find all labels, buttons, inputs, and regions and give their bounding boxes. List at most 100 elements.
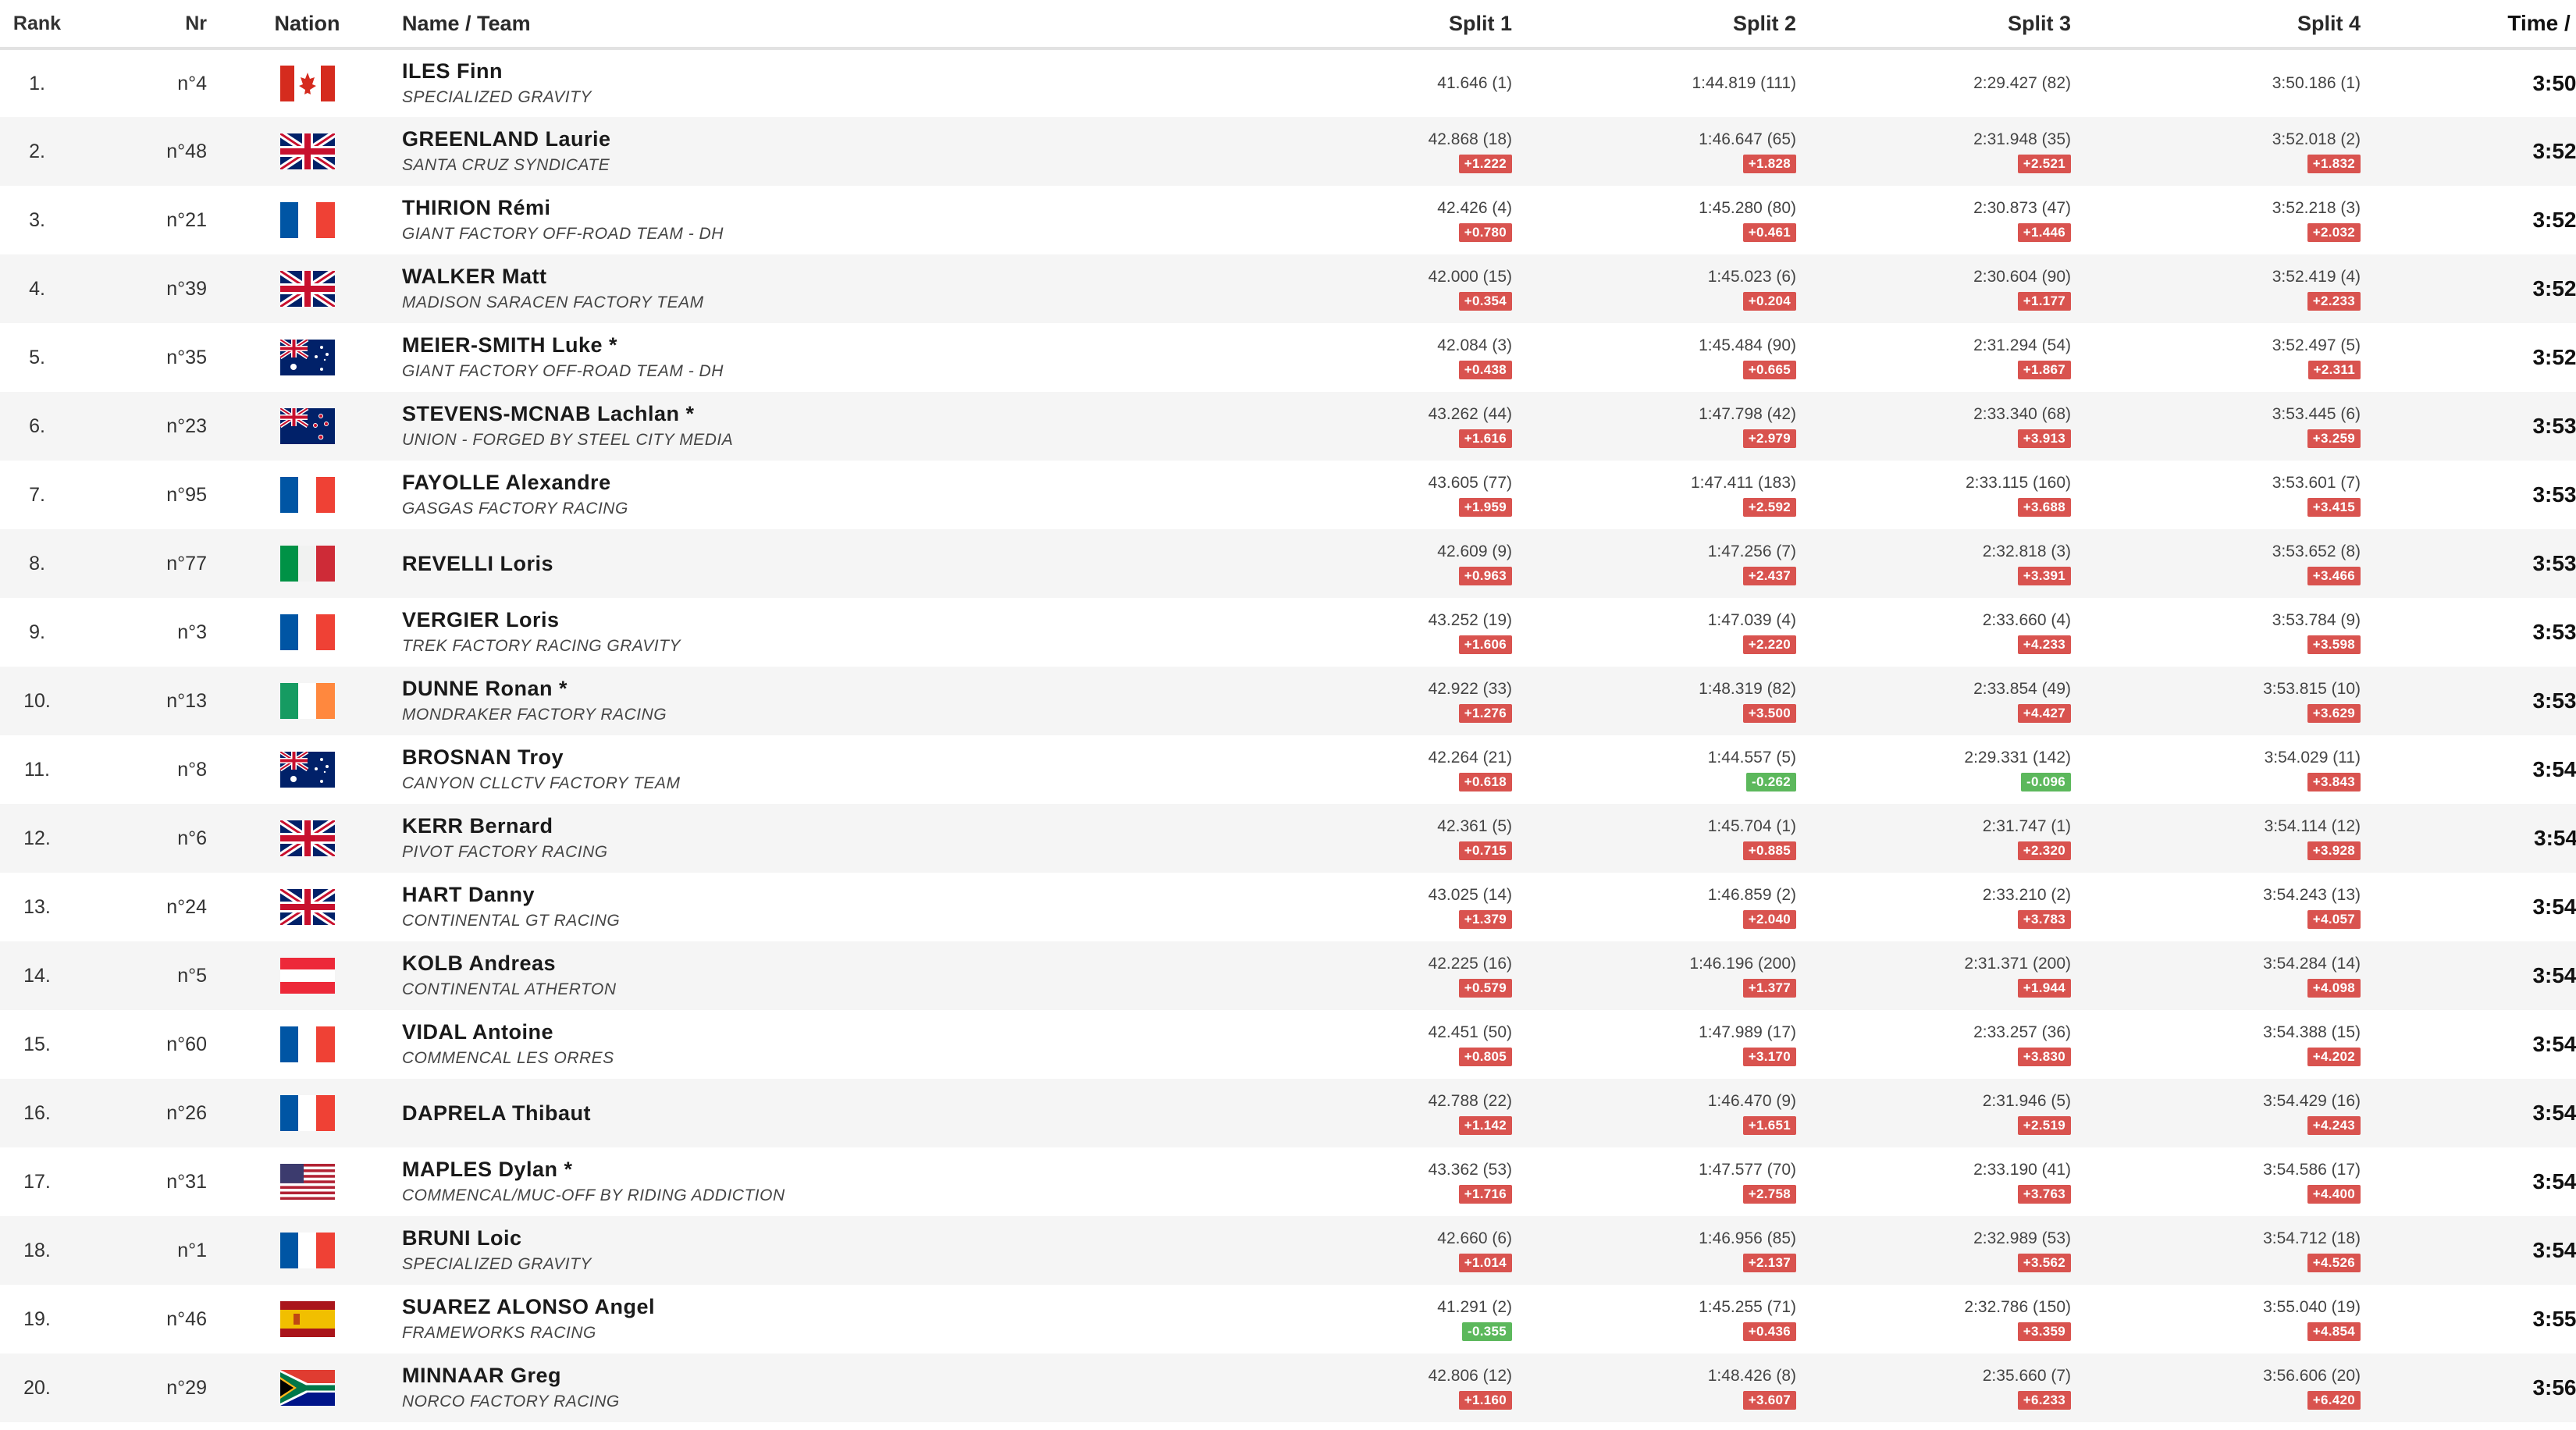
split-2-cell: 1:45.255 (71) +0.436 xyxy=(1521,1285,1805,1354)
result-row[interactable]: 8. n°77 REVELLI Loris 42.609 (9) +0.963 1:47.… xyxy=(0,529,2576,598)
rider-name-link[interactable]: ILES Finn xyxy=(402,59,1215,84)
split-3-cell: 2:29.427 (82) xyxy=(1805,48,2080,117)
result-row[interactable]: 12. n°6 KERR Bernard PIVOT FACTORY RACING 42… xyxy=(0,804,2576,873)
bib-number-cell: n°46 xyxy=(166,1307,207,1330)
rank-cell: 15. xyxy=(23,1033,51,1055)
split-gap-badge: +0.618 xyxy=(1458,773,1512,791)
split-gap-wrap: +3.843 xyxy=(2080,768,2361,791)
split-gap-wrap: +1.377 xyxy=(1521,974,1796,998)
final-time-cell: 3:52.218 xyxy=(2532,208,2576,232)
result-row[interactable]: 6. n°23 STEVENS-MCNAB Lachlan * UNION - FOR… xyxy=(0,392,2576,461)
split-2-cell: 1:45.023 (6) +0.204 xyxy=(1521,254,1805,323)
split-gap-badge: +2.040 xyxy=(1742,910,1796,929)
result-row[interactable]: 3. n°21 THIRION Rémi GIANT FACTORY OFF-ROAD… xyxy=(0,186,2576,254)
split-time: 3:55.040 (19) xyxy=(2263,1298,2361,1316)
split-gap-wrap: +4.427 xyxy=(1805,699,2071,723)
rider-name-link[interactable]: MAPLES Dylan * xyxy=(402,1157,1215,1182)
result-row[interactable]: 13. n°24 HART Danny CONTINENTAL GT RACING 43… xyxy=(0,873,2576,941)
split-time: 1:45.704 (1) xyxy=(1707,817,1796,835)
split-gap-wrap: +2.032 xyxy=(2080,219,2361,242)
rider-name-link[interactable]: FAYOLLE Alexandre xyxy=(402,470,1215,495)
rider-name-link[interactable]: STEVENS-MCNAB Lachlan * xyxy=(402,401,1215,426)
header-name-team[interactable]: Name / Team xyxy=(400,0,1215,50)
rider-name-link[interactable]: DUNNE Ronan * xyxy=(402,676,1215,701)
split-gap-badge: +1.651 xyxy=(1742,1116,1796,1135)
rider-name-link[interactable]: MINNAAR Greg xyxy=(402,1363,1215,1388)
split-gap-wrap: +0.963 xyxy=(1215,562,1512,585)
header-split-2[interactable]: Split 2 xyxy=(1521,0,1805,50)
header-split-3[interactable]: Split 3 xyxy=(1805,0,2080,50)
rider-name-link[interactable]: REVELLI Loris xyxy=(402,551,1215,576)
result-row[interactable]: 18. n°1 BRUNI Loic SPECIALIZED GRAVITY 42.66… xyxy=(0,1216,2576,1285)
rider-name-link[interactable]: KOLB Andreas xyxy=(402,951,1215,976)
split-2-cell: 1:48.426 (8) +3.607 xyxy=(1521,1354,1805,1422)
bib-number-cell: n°24 xyxy=(166,895,207,918)
rank-cell: 16. xyxy=(23,1101,51,1124)
split-4-cell: 3:52.419 (4) +2.233 xyxy=(2080,254,2369,323)
split-gap-badge: +3.598 xyxy=(2307,635,2361,654)
result-row[interactable]: 1. n°4 ILES Finn SPECIALIZED GRAVITY 41.646 … xyxy=(0,48,2576,117)
split-time: 2:32.786 (150) xyxy=(1964,1298,2071,1316)
result-row[interactable]: 2. n°48 GREENLAND Laurie SANTA CRUZ SYNDICA… xyxy=(0,117,2576,186)
header-time-gap[interactable]: Time / Gap xyxy=(2369,0,2576,50)
flag-icon xyxy=(279,749,335,788)
result-row[interactable]: 4. n°39 WALKER Matt MADISON SARACEN FACTORY… xyxy=(0,254,2576,323)
split-3-cell: 2:33.190 (41) +3.763 xyxy=(1805,1147,2080,1216)
header-split-4[interactable]: Split 4 xyxy=(2080,0,2369,50)
result-row[interactable]: 11. n°8 BROSNAN Troy CANYON CLLCTV FACTORY … xyxy=(0,735,2576,804)
rider-name-link[interactable]: WALKER Matt xyxy=(402,264,1215,289)
team-name: CANYON CLLCTV FACTORY TEAM xyxy=(402,774,681,792)
result-row[interactable]: 17. n°31 MAPLES Dylan * COMMENCAL/MUC-OFF B… xyxy=(0,1147,2576,1216)
split-gap-badge: +2.032 xyxy=(2307,223,2361,242)
rank-cell: 13. xyxy=(23,895,51,918)
result-row[interactable]: 10. n°13 DUNNE Ronan * MONDRAKER FACTORY RA… xyxy=(0,667,2576,735)
split-gap-badge: +1.944 xyxy=(2017,979,2071,998)
split-1-cell: 42.264 (21) +0.618 xyxy=(1215,735,1521,804)
result-row[interactable]: 20. n°29 MINNAAR Greg NORCO FACTORY RACING 4… xyxy=(0,1354,2576,1422)
result-row[interactable]: 7. n°95 FAYOLLE Alexandre GASGAS FACTORY RA… xyxy=(0,461,2576,529)
rider-name-link[interactable]: GREENLAND Laurie xyxy=(402,126,1215,151)
nation-cell xyxy=(215,873,400,941)
nation-cell xyxy=(215,735,400,804)
rider-name-link[interactable]: KERR Bernard xyxy=(402,813,1215,838)
final-time-cell: 3:54.284 xyxy=(2532,963,2576,987)
split-time: 1:46.956 (85) xyxy=(1699,1229,1796,1247)
split-gap-badge: +3.928 xyxy=(2307,841,2361,860)
rank-cell: 9. xyxy=(29,621,45,643)
split-4-cell: 3:52.018 (2) +1.832 xyxy=(2080,117,2369,186)
split-gap-badge: +4.202 xyxy=(2307,1048,2361,1066)
bib-number-cell: n°31 xyxy=(166,1170,207,1193)
split-time: 2:31.946 (5) xyxy=(1982,1092,2071,1110)
result-row[interactable]: 5. n°35 MEIER-SMITH Luke * GIANT FACTORY OF… xyxy=(0,323,2576,392)
split-time: 42.225 (16) xyxy=(1428,955,1512,973)
split-gap-wrap: +2.137 xyxy=(1521,1249,1796,1272)
rider-name-link[interactable]: THIRION Rémi xyxy=(402,195,1215,220)
split-time: 1:45.280 (80) xyxy=(1699,199,1796,217)
split-gap-wrap: +2.979 xyxy=(1521,425,1796,448)
result-row[interactable]: 19. n°46 SUAREZ ALONSO Angel FRAMEWORKS RAC… xyxy=(0,1285,2576,1354)
rider-name-link[interactable]: MEIER-SMITH Luke * xyxy=(402,333,1215,358)
header-split-1[interactable]: Split 1 xyxy=(1215,0,1521,50)
name-team-cell: WALKER Matt MADISON SARACEN FACTORY TEAM xyxy=(400,254,1215,323)
result-row[interactable]: 14. n°5 KOLB Andreas CONTINENTAL ATHERTON 42… xyxy=(0,941,2576,1010)
rider-name-link[interactable]: SUAREZ ALONSO Angel xyxy=(402,1294,1215,1319)
rider-name-link[interactable]: BROSNAN Troy xyxy=(402,745,1215,770)
rider-name-link[interactable]: VERGIER Loris xyxy=(402,607,1215,632)
result-row[interactable]: 9. n°3 VERGIER Loris TREK FACTORY RACING GR… xyxy=(0,598,2576,667)
rider-name-link[interactable]: VIDAL Antoine xyxy=(402,1019,1215,1044)
header-rank[interactable]: Rank xyxy=(0,0,74,50)
rider-name-link[interactable]: DAPRELA Thibaut xyxy=(402,1101,1215,1126)
header-nr[interactable]: Nr xyxy=(74,0,215,50)
rider-name-link[interactable]: HART Danny xyxy=(402,882,1215,907)
final-time-cell: 3:54.712 xyxy=(2532,1238,2576,1262)
split-time: 42.084 (3) xyxy=(1437,336,1512,354)
rider-name-link[interactable]: BRUNI Loic xyxy=(402,1225,1215,1250)
nation-cell xyxy=(215,461,400,529)
header-nation[interactable]: Nation xyxy=(215,0,400,50)
nation-cell xyxy=(215,48,400,117)
split-3-cell: 2:30.604 (90) +1.177 xyxy=(1805,254,2080,323)
result-row[interactable]: 15. n°60 VIDAL Antoine COMMENCAL LES ORRES 4… xyxy=(0,1010,2576,1079)
split-time: 2:32.818 (3) xyxy=(1982,542,2071,560)
result-row[interactable]: 16. n°26 DAPRELA Thibaut 42.788 (22) +1.142 1… xyxy=(0,1079,2576,1147)
split-gap-wrap: +2.233 xyxy=(2080,287,2361,311)
